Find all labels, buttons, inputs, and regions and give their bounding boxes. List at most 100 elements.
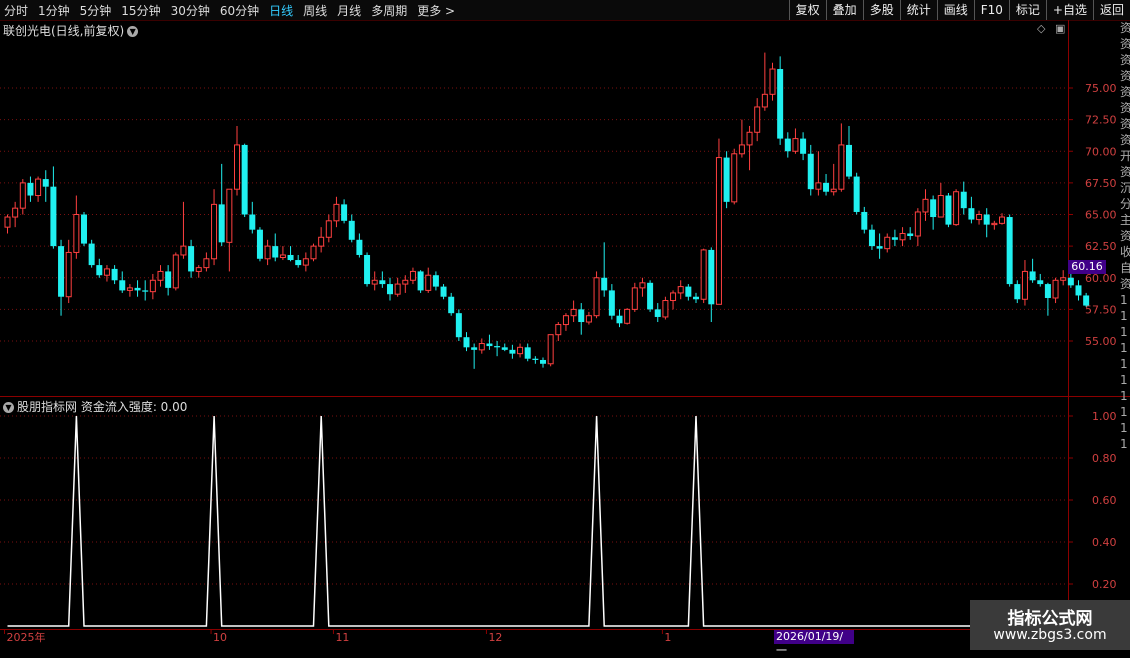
side-info-item: 资 <box>1120 117 1130 131</box>
candle-body <box>693 296 699 300</box>
price-tick-label: 65.00 <box>1085 209 1117 222</box>
candle-body <box>1021 270 1028 300</box>
current-price-label: 60.16 <box>1068 260 1106 274</box>
candle-body <box>662 300 669 318</box>
toolbar-button-1[interactable]: 叠加 <box>825 0 863 20</box>
candle-body <box>432 275 439 287</box>
period-tab-5[interactable]: 60分钟 <box>220 2 259 19</box>
candle-body <box>631 287 638 310</box>
candle-body <box>1014 284 1021 300</box>
candle-body <box>501 347 508 350</box>
side-info-panel[interactable]: 资资资资资资资资开资沉分主资收自资1111111111 <box>1120 20 1130 640</box>
candle-body <box>823 182 830 192</box>
candle-body <box>172 254 179 289</box>
candle-body <box>425 274 432 291</box>
candle-body <box>341 204 348 221</box>
toolbar-button-7[interactable]: +自选 <box>1045 0 1093 20</box>
candle-body <box>777 69 784 139</box>
candle-body <box>463 337 470 348</box>
toolbar-button-4[interactable]: 画线 <box>936 0 974 20</box>
candle-body <box>792 138 799 152</box>
period-tab-8[interactable]: 月线 <box>337 2 361 19</box>
candle-body <box>723 157 730 202</box>
toolbar-button-8[interactable]: 返回 <box>1092 0 1130 20</box>
candle-body <box>616 315 623 324</box>
candle-body <box>494 346 501 348</box>
candle-body <box>547 334 554 365</box>
price-tick-label: 55.00 <box>1085 335 1117 348</box>
side-info-item: 1 <box>1120 405 1128 419</box>
period-toolbar: 分时 1分钟 5分钟 15分钟 30分钟 60分钟 日线 周线 月线 多周期 更多 > 复权 叠加 多股… <box>0 0 1130 21</box>
candle-body <box>807 153 814 190</box>
candle-body <box>19 182 26 209</box>
candle-body <box>677 286 684 294</box>
period-tab-7[interactable]: 周线 <box>303 2 327 19</box>
candle-body <box>593 277 600 317</box>
candle-body <box>945 195 952 225</box>
indicator-title[interactable]: ▼ 股朋指标网 资金流入强度: 0.00 <box>3 398 187 415</box>
period-tab-3[interactable]: 15分钟 <box>121 2 160 19</box>
candle-body <box>149 279 156 293</box>
candle-body <box>1006 217 1013 285</box>
period-tab-1[interactable]: 1分钟 <box>38 2 70 19</box>
side-info-item: 1 <box>1120 341 1128 355</box>
candle-body <box>570 308 577 317</box>
candle-body <box>42 179 49 187</box>
chevron-down-icon[interactable]: ▼ <box>3 402 14 413</box>
candle-body <box>815 182 822 190</box>
time-axis-label: 2025年 <box>7 630 46 644</box>
candle-body <box>968 208 975 220</box>
toolbar-button-5[interactable]: F10 <box>973 0 1009 20</box>
period-tab-0[interactable]: 分时 <box>4 2 28 19</box>
side-info-item: 资 <box>1120 69 1130 83</box>
candle-body <box>295 260 302 266</box>
price-tick-label: 70.00 <box>1085 145 1117 158</box>
period-tab-2[interactable]: 5分钟 <box>80 2 112 19</box>
candle-body <box>379 280 386 285</box>
candle-body <box>371 279 378 285</box>
side-info-item: 资 <box>1120 229 1130 243</box>
candle-body <box>287 254 294 261</box>
candle-body <box>861 211 868 230</box>
indicator-tick-label: 0.60 <box>1092 494 1117 507</box>
indicator-tick-label: 0.20 <box>1092 578 1117 591</box>
candle-body <box>310 245 317 260</box>
toolbar-button-6[interactable]: 标记 <box>1008 0 1046 20</box>
candle-body <box>471 347 478 350</box>
candle-body <box>1083 295 1090 306</box>
watermark-title: 指标公式网 <box>1007 609 1093 629</box>
chart-canvas[interactable]: 75.0072.5070.0067.5065.0062.5060.0057.50… <box>0 20 1130 650</box>
candle-body <box>4 216 11 228</box>
period-tab-4[interactable]: 30分钟 <box>171 2 210 19</box>
indicator-title-text: 股朋指标网 资金流入强度: 0.00 <box>17 400 188 414</box>
candle-body <box>930 199 937 218</box>
toolbar-button-3[interactable]: 统计 <box>899 0 937 20</box>
candle-body <box>647 282 654 310</box>
candle-body <box>937 195 944 218</box>
toolbar-button-2[interactable]: 多股 <box>862 0 900 20</box>
period-tab-6[interactable]: 日线 <box>269 2 293 19</box>
side-info-item: 主 <box>1120 213 1130 227</box>
candle-body <box>119 280 126 291</box>
candle-body <box>96 265 103 276</box>
side-info-item: 沉 <box>1120 181 1130 195</box>
toolbar-button-0[interactable]: 复权 <box>788 0 826 20</box>
candle-body <box>731 153 738 203</box>
side-info-item: 资 <box>1120 165 1130 179</box>
candle-body <box>991 222 998 226</box>
candle-body <box>1052 279 1059 299</box>
candle-body <box>601 277 608 291</box>
candle-body <box>1029 271 1036 281</box>
watermark-url: www.zbgs3.com <box>993 627 1107 643</box>
period-tab-10[interactable]: 更多 > <box>417 2 455 19</box>
period-tab-9[interactable]: 多周期 <box>371 2 407 19</box>
side-info-item: 收 <box>1120 245 1130 259</box>
candle-body <box>899 232 906 241</box>
candle-body <box>333 203 340 222</box>
side-info-item: 自 <box>1120 261 1130 275</box>
candle-body <box>853 176 860 212</box>
candle-body <box>27 182 34 196</box>
candle-body <box>562 315 569 326</box>
candle-body <box>81 214 87 244</box>
candle-body <box>103 268 110 276</box>
